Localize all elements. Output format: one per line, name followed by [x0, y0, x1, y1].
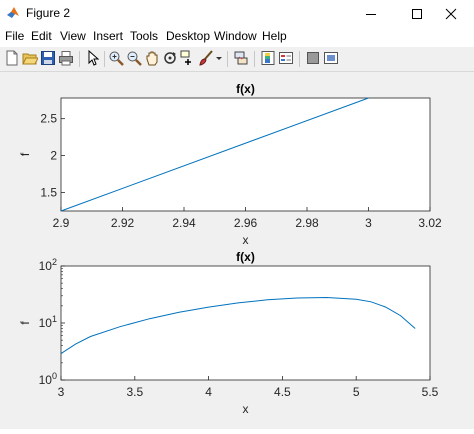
y-tick-label: 102	[39, 257, 57, 273]
x-tick-label: 3	[365, 216, 372, 230]
menu-insert[interactable]: Insert	[93, 29, 123, 43]
toolbar-separator	[254, 51, 255, 67]
x-tick-label: 4	[205, 385, 212, 399]
x-axis-label-top: x	[243, 233, 249, 247]
y-tick-label: 2.5	[40, 112, 57, 126]
axes-top[interactable]: f(x) x f 2.9 2.92 2.94 2.96 2.98 3 3.02 1.5 2 2.…	[18, 82, 442, 247]
x-tick-label: 3	[58, 385, 65, 399]
minimize-icon	[366, 13, 376, 15]
rotate-3d-icon[interactable]	[162, 50, 178, 66]
show-plot-tools-icon[interactable]	[323, 50, 339, 66]
toolbar-separator	[227, 51, 228, 67]
menu-file[interactable]: File	[5, 29, 24, 43]
link-plot-icon[interactable]	[233, 50, 249, 66]
y-tick-label: 1.5	[40, 186, 57, 200]
minimize-button[interactable]	[348, 0, 394, 27]
menu-desktop[interactable]: Desktop	[166, 29, 210, 43]
save-icon[interactable]	[40, 50, 56, 66]
chart-title-bottom: f(x)	[236, 250, 255, 264]
y-tick-label: 100	[39, 371, 57, 387]
toolbar-separator	[79, 51, 80, 67]
plots-svg: f(x) x f 2.9 2.92 2.94 2.96 2.98 3 3.02 1.5 2 2.…	[18, 82, 442, 416]
menu-tools[interactable]: Tools	[130, 29, 158, 43]
menu-bar: File Edit View Insert Tools Desktop Wind…	[0, 27, 474, 47]
y-axis-label-top: f	[18, 152, 32, 156]
y-axis-label-bottom: f	[18, 321, 32, 325]
x-tick-label: 2.94	[172, 216, 196, 230]
window-title: Figure 2	[26, 6, 71, 20]
print-icon[interactable]	[58, 50, 74, 66]
menu-edit[interactable]: Edit	[31, 29, 52, 43]
insert-legend-icon[interactable]	[278, 50, 294, 66]
brush-icon[interactable]	[198, 50, 214, 66]
toolbar-separator	[104, 51, 105, 67]
x-tick-label: 5.5	[422, 385, 439, 399]
x-axis-label-bottom: x	[243, 402, 249, 416]
insert-colorbar-icon[interactable]	[260, 50, 276, 66]
chart-title-top: f(x)	[236, 82, 255, 96]
x-tick-label: 3.02	[418, 216, 442, 230]
new-figure-icon[interactable]	[4, 50, 20, 66]
zoom-in-icon[interactable]	[108, 50, 124, 66]
edit-plot-arrow-icon[interactable]	[85, 50, 101, 66]
x-tick-label: 2.92	[111, 216, 135, 230]
menu-help[interactable]: Help	[262, 29, 287, 43]
matlab-logo-icon	[7, 7, 19, 18]
plot-area-top	[60, 97, 431, 212]
open-file-icon[interactable]	[22, 50, 38, 66]
toolbar-separator	[299, 51, 300, 67]
menu-window[interactable]: Window	[214, 29, 257, 43]
y-tick-label: 2	[50, 149, 57, 163]
axes-bottom[interactable]: f(x) x f 3 3.5 4 4.5 5 5.5 100 101 102	[18, 250, 439, 416]
title-bar: Figure 2	[0, 0, 474, 27]
pan-hand-icon[interactable]	[144, 50, 160, 66]
figure-canvas: f(x) x f 2.9 2.92 2.94 2.96 2.98 3 3.02 1.5 2 2.…	[0, 72, 474, 429]
close-icon	[445, 8, 457, 19]
plot-area-bottom	[60, 265, 431, 381]
menu-view[interactable]: View	[60, 29, 86, 43]
figure-toolbar	[0, 47, 474, 72]
x-tick-label: 2.96	[234, 216, 258, 230]
hide-plot-tools-icon[interactable]	[305, 50, 321, 66]
x-tick-label: 5	[353, 385, 360, 399]
close-button[interactable]	[428, 0, 474, 27]
zoom-out-icon[interactable]	[126, 50, 142, 66]
brush-dropdown-icon[interactable]	[215, 50, 223, 66]
x-tick-label: 2.98	[295, 216, 319, 230]
x-tick-label: 4.5	[274, 385, 291, 399]
y-tick-label: 101	[39, 314, 57, 330]
data-cursor-icon[interactable]	[180, 50, 196, 66]
x-tick-label: 3.5	[126, 385, 143, 399]
maximize-icon	[412, 8, 422, 19]
x-tick-label: 2.9	[53, 216, 70, 230]
